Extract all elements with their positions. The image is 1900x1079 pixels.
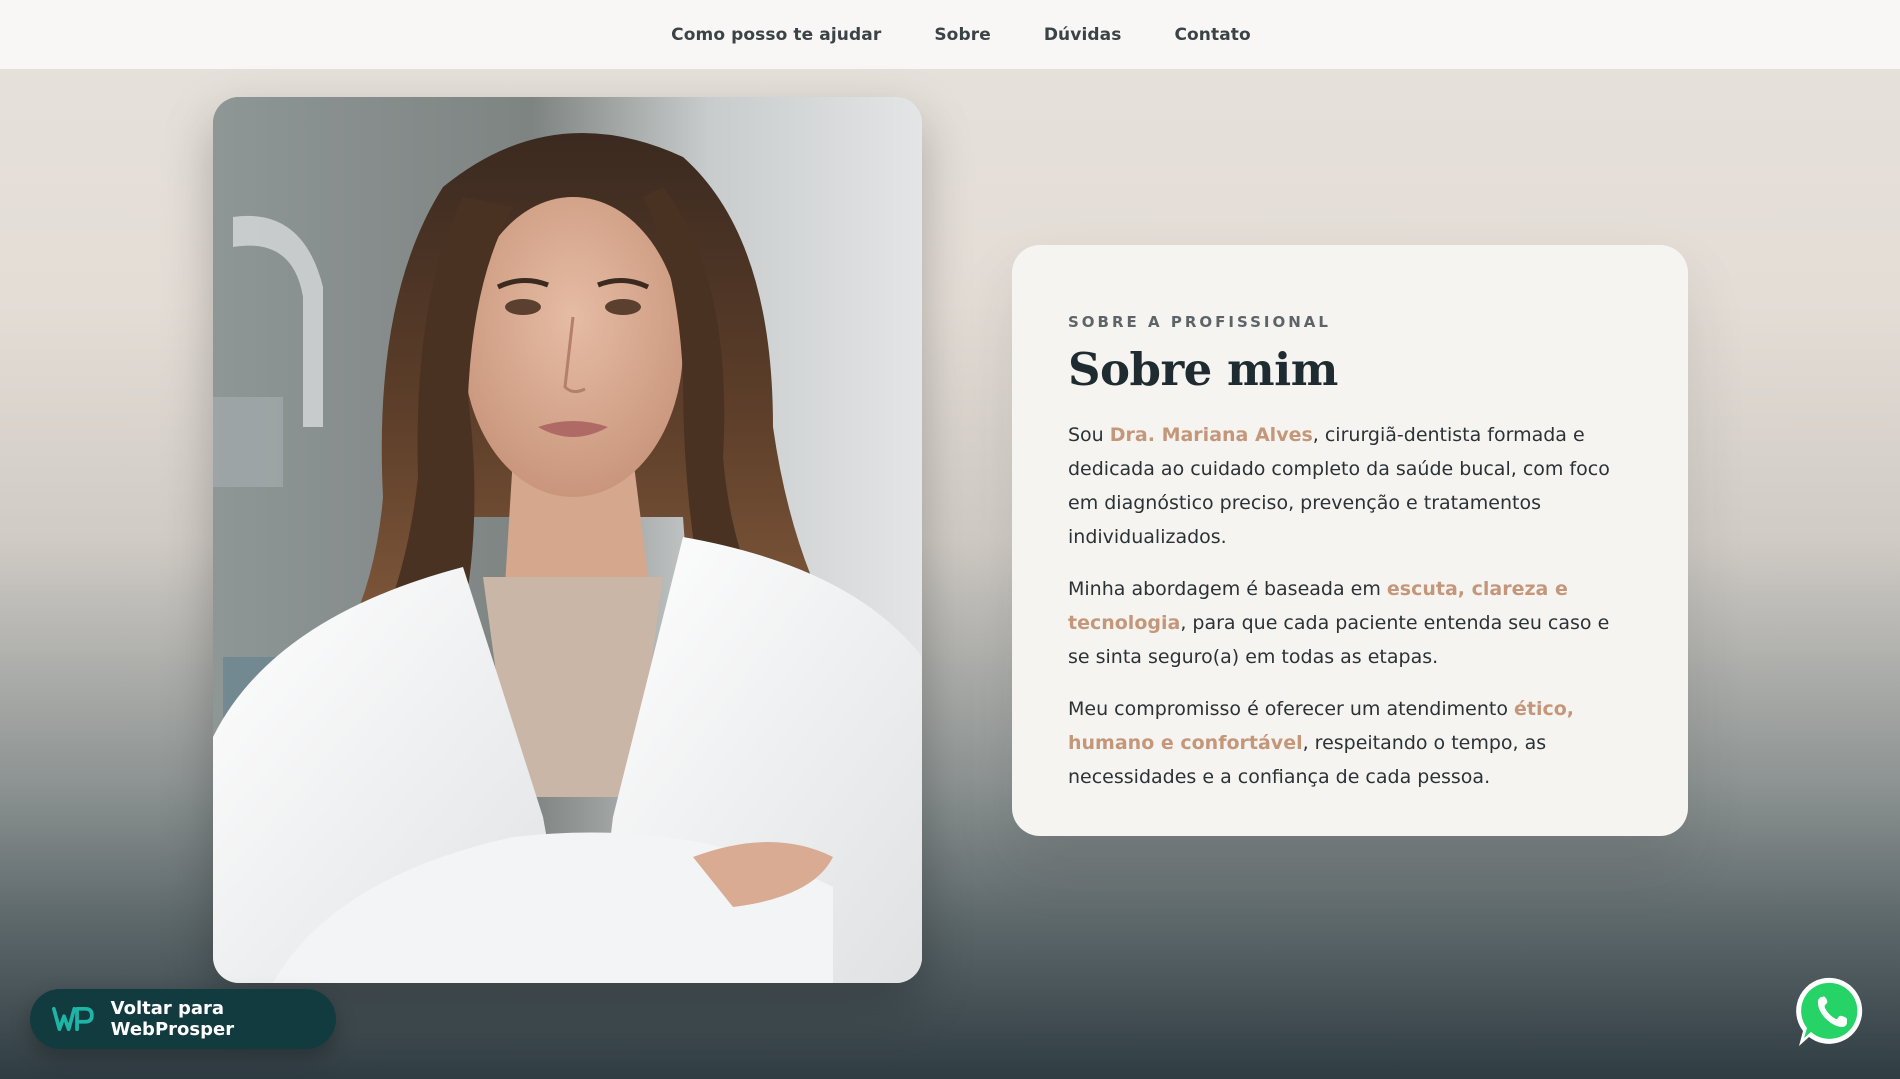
- webprosper-logo-icon: [52, 1006, 94, 1032]
- whatsapp-button[interactable]: [1795, 975, 1869, 1049]
- nav-links: Como posso te ajudar Sobre Dúvidas Conta…: [671, 25, 1251, 45]
- whatsapp-icon: [1796, 977, 1863, 1046]
- paragraph-text: Minha abordagem é baseada em: [1068, 578, 1387, 600]
- section-title: Sobre mim: [1068, 343, 1338, 396]
- nav-link-duvidas[interactable]: Dúvidas: [1044, 25, 1122, 45]
- professional-portrait: [213, 97, 922, 983]
- top-navigation: Como posso te ajudar Sobre Dúvidas Conta…: [0, 0, 1900, 69]
- back-to-webprosper-button[interactable]: Voltar para WebProsper: [30, 989, 336, 1049]
- portrait-illustration: [213, 97, 922, 983]
- highlight-name: Dra. Mariana Alves: [1109, 424, 1313, 446]
- nav-link-como-posso-te-ajudar[interactable]: Como posso te ajudar: [671, 25, 881, 45]
- back-button-label: Voltar para WebProsper: [110, 998, 235, 1040]
- about-card: SOBRE A PROFISSIONAL Sobre mim Sou Dra. …: [1012, 245, 1688, 836]
- paragraph-text: Sou: [1068, 424, 1110, 446]
- nav-link-contato[interactable]: Contato: [1174, 25, 1250, 45]
- about-paragraph-2: Minha abordagem é baseada em escuta, cla…: [1068, 572, 1633, 674]
- about-paragraph-3: Meu compromisso é oferecer um atendiment…: [1068, 692, 1633, 794]
- nav-link-sobre[interactable]: Sobre: [934, 25, 991, 45]
- section-eyebrow: SOBRE A PROFISSIONAL: [1068, 313, 1331, 331]
- paragraph-text: Meu compromisso é oferecer um atendiment…: [1068, 698, 1514, 720]
- about-paragraph-1: Sou Dra. Mariana Alves, cirurgiã-dentist…: [1068, 418, 1633, 554]
